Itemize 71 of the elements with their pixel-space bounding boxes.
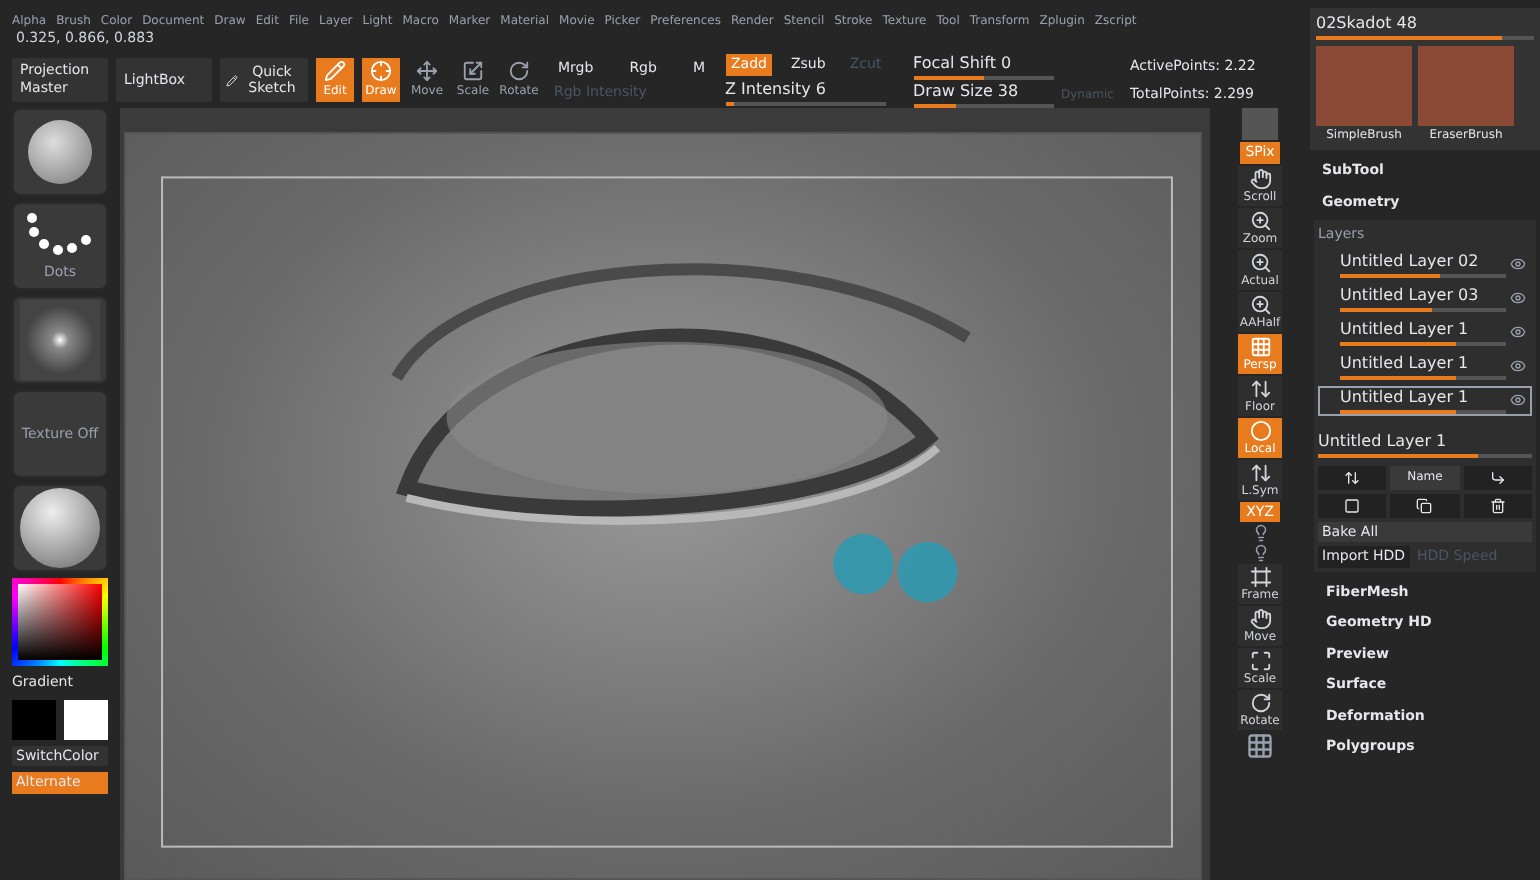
thumbnail[interactable] <box>12 484 108 572</box>
hand-icon <box>1249 608 1271 630</box>
slider[interactable]: Z Intensity 6 <box>725 79 885 106</box>
color-picker[interactable] <box>12 578 108 666</box>
slider-label: Untitled Layer 03 <box>1340 285 1481 303</box>
light-icon[interactable] <box>1251 524 1269 542</box>
move-icon <box>416 60 438 82</box>
visibility-icon[interactable] <box>1510 358 1526 374</box>
slider-label: Focal Shift 0 <box>913 53 1014 71</box>
sphere-icon <box>1249 419 1271 441</box>
slider[interactable]: Untitled Layer 1 <box>1340 319 1506 345</box>
layer-row[interactable]: Untitled Layer 1 <box>1318 317 1532 347</box>
visibility-icon[interactable] <box>1510 290 1526 306</box>
slider[interactable]: Untitled Layer 1 <box>1318 431 1532 457</box>
visibility-icon[interactable] <box>1510 324 1526 340</box>
primary-color-swatch[interactable] <box>12 699 56 739</box>
slider[interactable]: Untitled Layer 03 <box>1340 285 1506 311</box>
slider-label: 02Skadot 48 <box>1316 14 1419 32</box>
slider[interactable]: Untitled Layer 1 <box>1340 387 1506 413</box>
tool-thumbnail[interactable] <box>1316 46 1412 126</box>
crosshair-icon <box>370 60 392 82</box>
scale-icon <box>1249 650 1271 672</box>
slider[interactable]: 02Skadot 48 <box>1316 14 1534 40</box>
grid-icon[interactable] <box>1246 732 1274 760</box>
layer-row[interactable]: Untitled Layer 03 <box>1318 283 1532 313</box>
layer-row[interactable]: Untitled Layer 1 <box>1318 351 1532 381</box>
layer-tool-button[interactable] <box>1390 493 1460 517</box>
brush-preview-icon <box>28 120 92 184</box>
tool-thumbnail[interactable] <box>1418 46 1514 126</box>
visibility-icon[interactable] <box>1510 256 1526 272</box>
zoom-icon <box>1249 251 1271 273</box>
layer-tool-button[interactable] <box>1463 465 1532 489</box>
pencil-icon <box>324 60 346 82</box>
axis-icon <box>1249 377 1271 399</box>
rotate-icon <box>508 60 530 82</box>
slider-label: Untitled Layer 02 <box>1340 251 1481 269</box>
slider[interactable]: Untitled Layer 02 <box>1340 251 1506 277</box>
visibility-icon[interactable] <box>1510 392 1526 408</box>
slider-label: Untitled Layer 1 <box>1318 431 1449 449</box>
redirect-icon <box>1489 469 1506 485</box>
slider-label: Untitled Layer 1 <box>1340 387 1471 405</box>
slider-label: Draw Size 38 <box>913 81 1021 99</box>
alpha-preview-icon <box>20 300 100 380</box>
hand-icon <box>1249 167 1271 189</box>
move-updown-icon <box>1344 469 1361 485</box>
frame-icon <box>1249 566 1271 588</box>
layer-tool-button[interactable] <box>1318 493 1387 517</box>
grid-icon <box>1249 335 1271 357</box>
slider[interactable]: Focal Shift 0 <box>913 53 1053 79</box>
square-icon <box>1344 497 1361 513</box>
thumbnail[interactable] <box>12 296 108 384</box>
scale-icon <box>462 60 484 82</box>
slider-label: Untitled Layer 1 <box>1340 353 1471 371</box>
layer-tool-button[interactable] <box>1318 465 1387 489</box>
sketch-icon <box>226 71 238 89</box>
zoom-icon <box>1249 209 1271 231</box>
slider-label: Untitled Layer 1 <box>1340 319 1471 337</box>
slider[interactable]: Draw Size 38 <box>913 81 1053 107</box>
slider[interactable]: Untitled Layer 1 <box>1340 353 1506 379</box>
secondary-color-swatch[interactable] <box>64 699 108 739</box>
delete-icon <box>1489 497 1506 513</box>
layer-row[interactable]: Untitled Layer 1 <box>1318 385 1532 415</box>
layer-tool-button[interactable] <box>1463 493 1532 517</box>
zoom-icon <box>1249 293 1271 315</box>
slider-label: Z Intensity 6 <box>725 79 828 98</box>
thumbnail[interactable] <box>12 108 108 196</box>
light-icon[interactable] <box>1251 544 1269 562</box>
axis-icon <box>1249 461 1271 483</box>
copy-icon <box>1416 497 1433 513</box>
rotate-icon <box>1249 692 1271 714</box>
layer-row[interactable]: Untitled Layer 02 <box>1318 249 1532 279</box>
